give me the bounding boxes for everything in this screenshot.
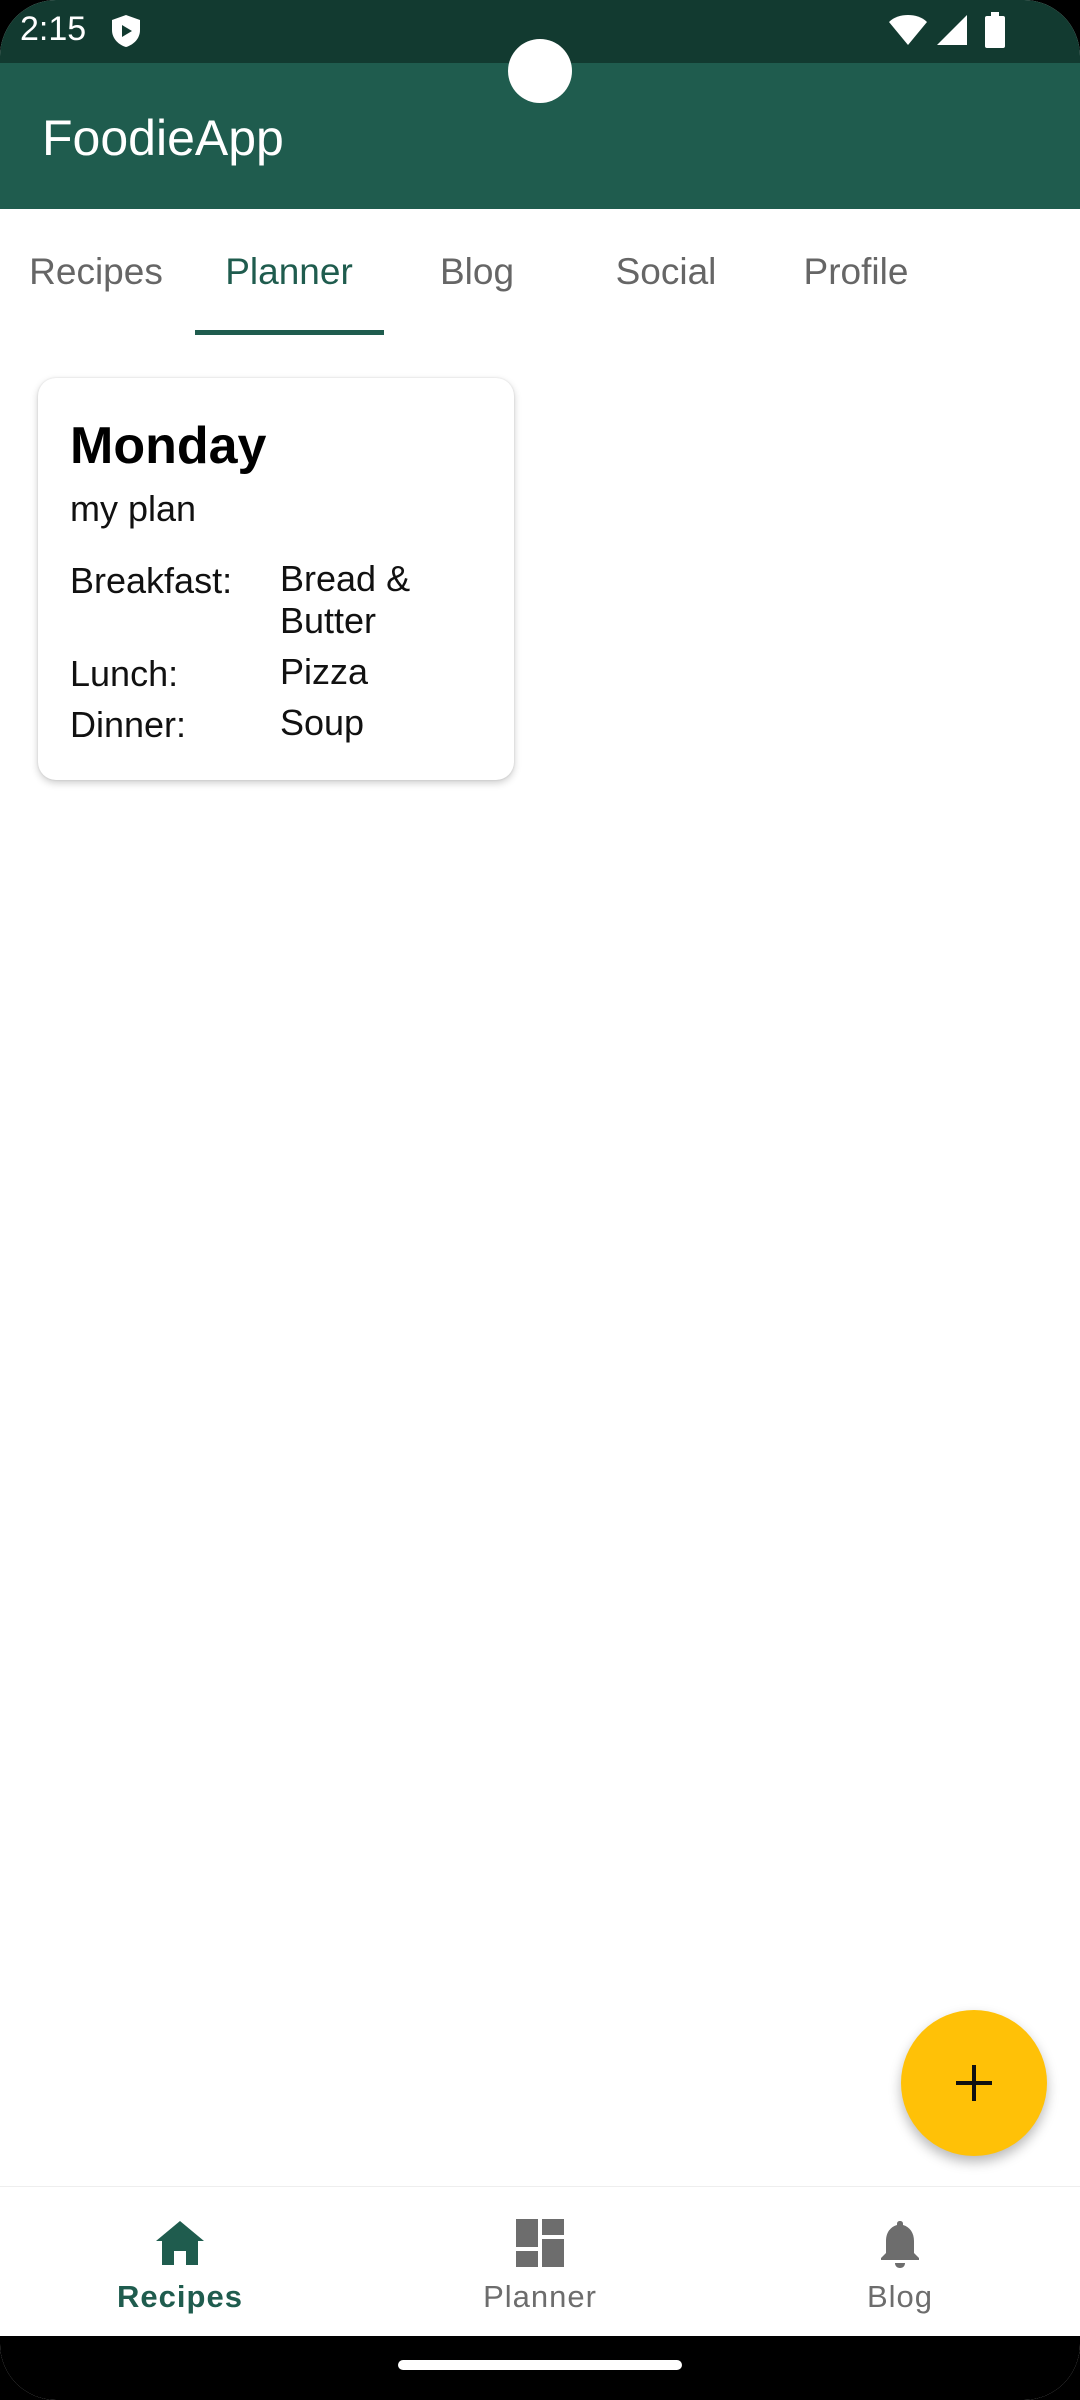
app-title: FoodieApp xyxy=(42,110,284,166)
wifi-icon xyxy=(889,15,927,45)
meal-value-breakfast: Bread & Butter xyxy=(280,558,411,641)
meal-value-lunch: Pizza xyxy=(280,651,369,692)
nav-item-blog[interactable]: Blog xyxy=(720,2187,1080,2337)
plan-subtitle: my plan xyxy=(70,488,197,529)
tab-social[interactable]: Social xyxy=(572,209,760,335)
tab-blog[interactable]: Blog xyxy=(383,209,571,335)
plan-card[interactable]: Monday my plan Breakfast: Bread & Butter… xyxy=(38,378,514,780)
active-tab-indicator xyxy=(195,330,384,335)
bell-icon xyxy=(881,2221,919,2268)
dashboard-icon xyxy=(516,2219,564,2267)
meal-label-breakfast: Breakfast: xyxy=(70,560,233,601)
gesture-navigation-area xyxy=(0,2336,1080,2400)
nav-label-recipes: Recipes xyxy=(117,2279,243,2314)
home-icon xyxy=(156,2221,204,2265)
meal-value-dinner: Soup xyxy=(280,702,365,743)
nav-label-planner: Planner xyxy=(483,2279,597,2314)
meal-label-dinner: Dinner: xyxy=(70,704,187,745)
battery-icon xyxy=(985,12,1005,48)
tab-bar: Recipes Planner Blog Social Profile xyxy=(0,209,1080,335)
nav-item-recipes[interactable]: Recipes xyxy=(0,2187,360,2337)
plus-icon xyxy=(956,2065,992,2101)
status-time: 2:15 xyxy=(20,10,87,48)
meal-label-lunch: Lunch: xyxy=(70,653,179,694)
tab-profile[interactable]: Profile xyxy=(762,209,950,335)
tab-recipes[interactable]: Recipes xyxy=(2,209,190,335)
tab-planner[interactable]: Planner xyxy=(195,209,383,335)
nav-item-planner[interactable]: Planner xyxy=(360,2187,720,2337)
plan-day: Monday xyxy=(70,417,267,475)
add-plan-button[interactable] xyxy=(901,2010,1047,2156)
nav-label-blog: Blog xyxy=(866,2279,934,2314)
camera-cutout xyxy=(508,39,572,103)
screen: 2:15 FoodieApp Recipes Planner Blog Soci… xyxy=(0,0,1080,2400)
shield-icon xyxy=(112,15,140,47)
bottom-navigation: Recipes Planner Blog xyxy=(0,2186,1080,2337)
signal-icon xyxy=(937,15,967,45)
home-gesture-handle[interactable] xyxy=(398,2360,682,2370)
